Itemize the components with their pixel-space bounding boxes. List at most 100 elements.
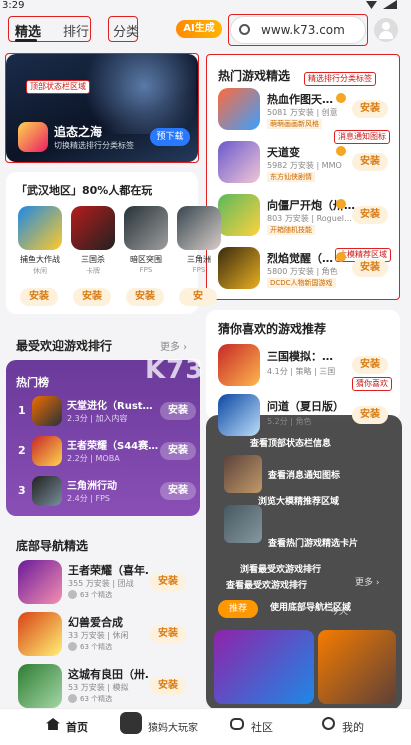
install-button[interactable]: 安装 xyxy=(150,625,186,643)
ai-generate-button[interactable]: AI生成 xyxy=(176,20,222,38)
install-button[interactable]: 安装 xyxy=(126,288,164,306)
popular-more-link[interactable]: 更多 › xyxy=(160,338,187,353)
game-name: 问道（夏日版） xyxy=(267,400,344,413)
game-meta: 2.2分 | MOBA xyxy=(67,454,120,463)
game-icon[interactable] xyxy=(71,206,115,250)
rank-number: 2 xyxy=(18,444,26,457)
overlay-tab-recommend[interactable]: 推荐 xyxy=(218,600,258,618)
wifi-icon xyxy=(366,1,377,9)
game-icon[interactable] xyxy=(18,206,62,250)
popular-box-title: 热门榜 xyxy=(16,376,49,389)
tab-rank[interactable]: 排行 xyxy=(63,21,89,40)
install-button[interactable]: 安装 xyxy=(352,406,388,424)
install-button[interactable]: 安装 xyxy=(352,100,388,118)
nav-home[interactable]: 首页 xyxy=(66,719,88,735)
game-desc: 开箱随机技能 xyxy=(267,225,315,235)
game-meta: 2.4分 | FPS xyxy=(67,494,111,503)
game-icon[interactable] xyxy=(218,141,260,183)
game-meta: 5982 万安装 | MMO xyxy=(267,161,342,170)
game-meta: 4.1分 | 策略 | 三国 xyxy=(267,367,336,376)
bottom-section-title: 底部导航精选 xyxy=(16,539,89,553)
overlay-guide-line: 查看热门游戏精选卡片 xyxy=(268,539,359,549)
mine-icon xyxy=(322,717,335,730)
install-button[interactable]: 安装 xyxy=(160,482,196,500)
game-icon[interactable] xyxy=(218,247,260,289)
notify-badge-icon xyxy=(336,146,346,156)
game-name: 三国杀 xyxy=(81,255,105,264)
user-avatar-icon xyxy=(68,694,77,703)
overlay-guide-line: 浏看最受欢游戏排行 xyxy=(240,565,322,575)
pre-download-button[interactable]: 预下载 xyxy=(150,128,190,146)
rank-number: 1 xyxy=(18,404,26,417)
install-button[interactable]: 安装 xyxy=(352,356,388,374)
game-name: 三角洲行动 xyxy=(67,481,117,492)
game-icon[interactable] xyxy=(18,664,62,708)
game-icon[interactable] xyxy=(32,396,62,426)
install-button[interactable]: 安装 xyxy=(20,288,58,306)
game-name: 幻兽爱合成 xyxy=(68,616,123,629)
user-avatar-icon xyxy=(68,590,77,599)
game-name: 天堂进化（Rust… xyxy=(67,401,153,412)
install-button[interactable]: 安 xyxy=(179,288,217,306)
game-extra: 63 个精选 xyxy=(80,643,113,651)
nav-mine[interactable]: 我的 xyxy=(342,719,364,735)
install-button[interactable]: 安装 xyxy=(160,442,196,460)
tab-indicator xyxy=(15,39,37,42)
game-extra: 63 个精选 xyxy=(80,695,113,703)
lobby-icon xyxy=(120,712,142,734)
install-button[interactable]: 安装 xyxy=(352,153,388,171)
tab-featured[interactable]: 精选 xyxy=(15,21,41,40)
game-name: 暗区突围 xyxy=(130,255,162,264)
region-title: 「武汉地区」80%人都在玩 xyxy=(16,184,153,197)
banner-game-icon xyxy=(18,122,48,152)
game-icon[interactable] xyxy=(218,344,260,386)
game-icon[interactable] xyxy=(177,206,221,250)
game-name: 三国模拟：… xyxy=(267,350,333,363)
game-genre: FPS xyxy=(192,266,206,274)
notify-badge-icon xyxy=(336,252,346,262)
game-icon[interactable] xyxy=(124,206,168,250)
game-icon[interactable] xyxy=(32,436,62,466)
overlay-game-icon xyxy=(224,505,262,543)
game-genre: FPS xyxy=(139,266,153,274)
game-icon[interactable] xyxy=(218,88,260,130)
annotation-notify: 消息通知图标 xyxy=(334,130,390,144)
install-button[interactable]: 安装 xyxy=(352,206,388,224)
hot-games-title: 热门游戏精选 xyxy=(218,69,291,83)
overlay-thumb-2[interactable] xyxy=(318,630,396,704)
status-time: 3:29 xyxy=(2,0,25,11)
overlay-more[interactable]: 更多 › xyxy=(355,575,379,588)
install-button[interactable]: 安装 xyxy=(150,677,186,695)
overlay-thumb-1[interactable] xyxy=(214,630,314,704)
watermark: K73 xyxy=(145,355,205,385)
game-name: 热血作图天… xyxy=(267,93,333,106)
game-name: 三角洲 xyxy=(187,255,211,264)
avatar[interactable] xyxy=(374,18,398,42)
game-genre: 休闲 xyxy=(33,267,47,275)
install-button[interactable]: 安装 xyxy=(352,259,388,277)
game-icon[interactable] xyxy=(18,560,62,604)
overlay-guide-line: 查看顶部状态栏信息 xyxy=(250,439,332,449)
game-icon[interactable] xyxy=(18,612,62,656)
game-name: 王者荣耀（S44赛… xyxy=(67,441,159,452)
overlay-game-icon xyxy=(224,455,262,493)
game-name: 这城有良田（卅… xyxy=(68,668,148,681)
tab-category[interactable]: 分类 xyxy=(113,21,139,40)
notify-badge-icon xyxy=(336,93,346,103)
game-extra: 63 个精选 xyxy=(80,591,113,599)
install-button[interactable]: 安装 xyxy=(73,288,111,306)
game-icon[interactable] xyxy=(218,194,260,236)
install-button[interactable]: 安装 xyxy=(160,402,196,420)
game-icon[interactable] xyxy=(32,476,62,506)
game-icon[interactable] xyxy=(218,394,260,436)
banner-subtitle: 切换精选排行分类标签 xyxy=(54,141,134,150)
popular-title: 最受欢迎游戏排行 xyxy=(16,339,113,353)
nav-lobby[interactable]: 猿妈大玩家 xyxy=(148,719,198,734)
install-button[interactable]: 安装 xyxy=(150,573,186,591)
game-desc: 东方仙侠剧情 xyxy=(267,172,315,182)
game-meta: 5800 万安装 | 角色 xyxy=(267,267,338,276)
overlay-guide-line: 查看最受欢游戏排行 xyxy=(226,581,308,591)
annotation-tabs: 精选排行分类标签 xyxy=(304,72,376,86)
nav-community[interactable]: 社区 xyxy=(251,719,273,735)
game-meta: 5081 万安装 | 创意 xyxy=(267,108,338,117)
